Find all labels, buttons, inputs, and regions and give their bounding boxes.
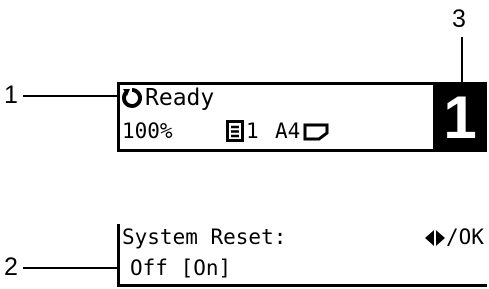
reset-options: Off [On]	[130, 256, 232, 280]
zoom-ratio: 100%	[122, 119, 173, 143]
leader-line-2	[23, 267, 118, 269]
diagram: 1 2 3 Ready 100% 1 A4 1 System Reset: /O…	[0, 0, 489, 289]
system-reset-title: System Reset:	[122, 225, 287, 249]
left-right-arrows-icon	[425, 230, 445, 246]
ready-ring-icon	[122, 88, 142, 108]
leader-line-1	[23, 95, 118, 97]
copies-count: 1	[246, 119, 259, 143]
ok-hint: /OK	[446, 225, 484, 249]
copy-counter: 1	[433, 85, 487, 151]
leader-line-3	[461, 37, 463, 85]
paper-landscape-icon	[303, 123, 329, 141]
status-text: Ready	[145, 85, 215, 111]
callout-number-2: 2	[4, 253, 18, 281]
lcd-screen-system-reset: System Reset: /OK Off [On]	[117, 224, 487, 287]
callout-number-3: 3	[452, 5, 466, 33]
document-stack-icon	[226, 120, 244, 142]
paper-size: A4	[275, 119, 301, 143]
callout-number-1: 1	[4, 81, 18, 109]
lcd-screen-ready: Ready 100% 1 A4 1	[117, 82, 487, 152]
